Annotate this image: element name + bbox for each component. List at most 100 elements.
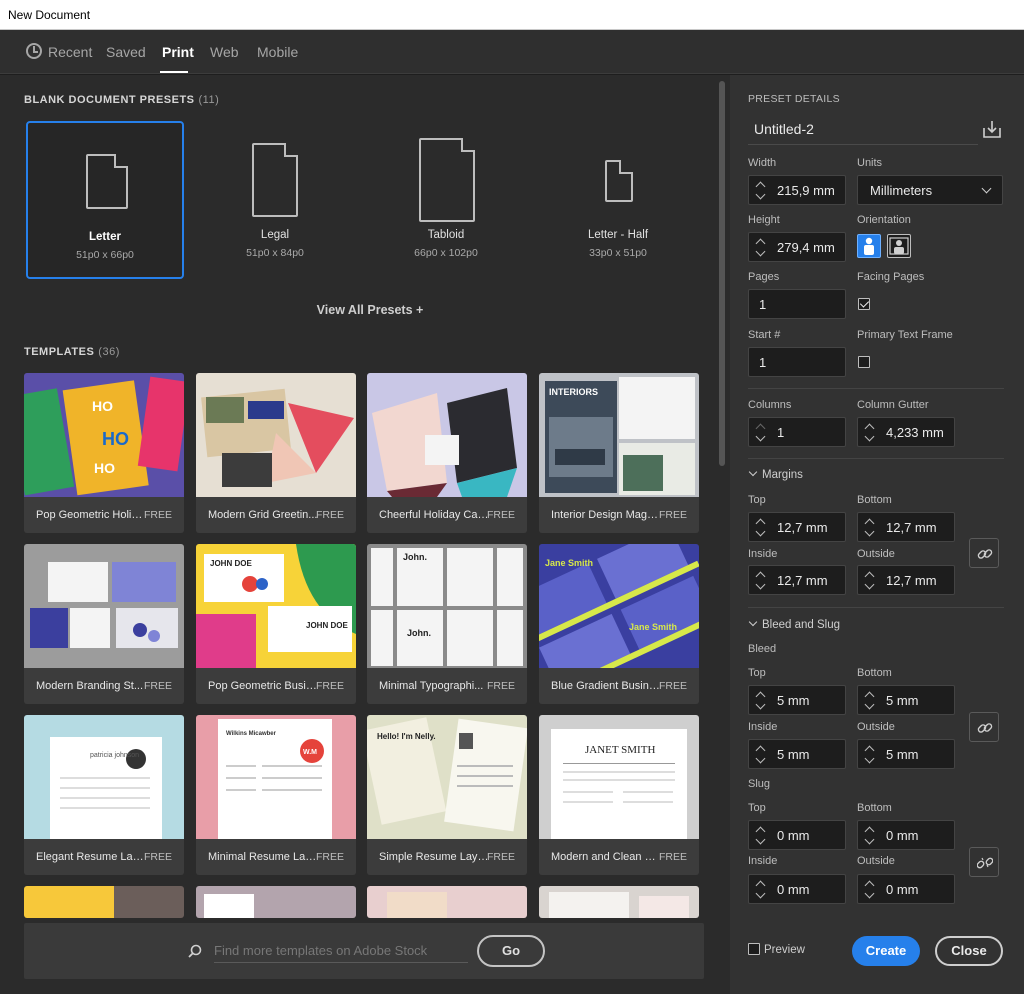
margin-top-stepper[interactable]	[755, 519, 767, 537]
document-name-field[interactable]: Untitled-2	[748, 115, 978, 145]
scrollbar-thumb[interactable]	[719, 81, 725, 466]
margin-outside-field[interactable]: 12,7 mm	[857, 565, 955, 595]
preview-checkbox[interactable]	[748, 943, 760, 955]
template-card[interactable]: Jane Smith Jane Smith Blue Gradient Busi…	[539, 544, 699, 704]
margin-top-field[interactable]: 12,7 mm	[748, 512, 846, 542]
preview-toggle[interactable]: Preview	[748, 943, 805, 956]
width-stepper[interactable]	[755, 182, 767, 200]
tab-mobile[interactable]: Mobile	[257, 44, 298, 60]
unlink-slug-button[interactable]	[969, 847, 999, 877]
facing-pages-checkbox[interactable]	[858, 298, 870, 310]
bleed-inside-field[interactable]: 5 mm	[748, 739, 846, 769]
preset-tabloid[interactable]: Tabloid 66p0 x 102p0	[367, 121, 525, 279]
landscape-orientation-icon[interactable]	[887, 234, 911, 258]
bleed-top-stepper[interactable]	[755, 692, 767, 710]
portrait-orientation-icon[interactable]	[857, 234, 881, 258]
height-field[interactable]: 279,4 mm	[748, 232, 846, 262]
template-card[interactable]: W.M Wilkins Micawber Minimal Resume Lay.…	[196, 715, 356, 875]
slug-top-value: 0 mm	[777, 828, 810, 843]
column-gutter-field[interactable]: 4,233 mm	[857, 417, 955, 447]
bleed-inside-value: 5 mm	[777, 747, 810, 762]
bleed-slug-section-toggle[interactable]: Bleed and Slug	[748, 617, 841, 631]
margin-bottom-stepper[interactable]	[864, 519, 876, 537]
bleed-top-field[interactable]: 5 mm	[748, 685, 846, 715]
free-badge: FREE	[143, 851, 172, 863]
stock-search-input[interactable]	[214, 939, 468, 963]
templates-scrollbar[interactable]	[717, 79, 727, 919]
bleed-outside-field[interactable]: 5 mm	[857, 739, 955, 769]
link-margins-button[interactable]	[969, 538, 999, 568]
height-stepper[interactable]	[755, 239, 767, 257]
template-card[interactable]: Modern Grid Greetin... FREE	[196, 373, 356, 533]
close-button[interactable]: Close	[935, 936, 1003, 966]
bleed-outside-stepper[interactable]	[864, 746, 876, 764]
margin-bottom-field[interactable]: 12,7 mm	[857, 512, 955, 542]
slug-outside-stepper[interactable]	[864, 881, 876, 899]
templates-count: (36)	[98, 346, 120, 358]
pages-label: Pages	[748, 271, 780, 283]
template-card[interactable]: JANET SMITH Modern and Clean R... FREE	[539, 715, 699, 875]
slug-bottom-stepper[interactable]	[864, 827, 876, 845]
slug-outside-field[interactable]: 0 mm	[857, 874, 955, 904]
tab-recent[interactable]: Recent	[48, 44, 92, 60]
preset-legal[interactable]: Legal 51p0 x 84p0	[196, 121, 354, 279]
pages-value: 1	[759, 297, 767, 312]
slug-inside-field[interactable]: 0 mm	[748, 874, 846, 904]
width-field[interactable]: 215,9 mm	[748, 175, 846, 205]
slug-bottom-value: 0 mm	[886, 828, 919, 843]
start-page-field[interactable]: 1	[748, 347, 846, 377]
slug-top-field[interactable]: 0 mm	[748, 820, 846, 850]
template-card[interactable]: Cheerful Holiday Car... FREE	[367, 373, 527, 533]
stock-search-bar: Go	[24, 923, 704, 979]
preset-letter-half[interactable]: Letter - Half 33p0 x 51p0	[539, 121, 697, 279]
slug-inside-stepper[interactable]	[755, 881, 767, 899]
bleed-label: Bleed	[748, 643, 777, 655]
template-card[interactable]: patricia johnson Elegant Resume Lay... FR…	[24, 715, 184, 875]
preset-size: 66p0 x 102p0	[414, 247, 478, 259]
margin-inside-value: 12,7 mm	[777, 573, 828, 588]
view-all-presets-link[interactable]: View All Presets +	[300, 303, 440, 317]
clock-icon	[26, 43, 42, 59]
template-card[interactable]: HO HO HO Pop Geometric Holid... FREE	[24, 373, 184, 533]
template-card[interactable]	[196, 886, 356, 918]
bleed-bottom-stepper[interactable]	[864, 692, 876, 710]
slug-top-stepper[interactable]	[755, 827, 767, 845]
template-thumbnail	[367, 373, 527, 497]
columns-stepper[interactable]	[755, 424, 767, 442]
template-name: Cheerful Holiday Car...	[379, 509, 489, 521]
template-card[interactable]: INTERIORS Interior Design Maga... FREE	[539, 373, 699, 533]
link-bleed-button[interactable]	[969, 712, 999, 742]
slug-bottom-field[interactable]: 0 mm	[857, 820, 955, 850]
units-dropdown[interactable]: Millimeters	[857, 175, 1003, 205]
margin-inside-field[interactable]: 12,7 mm	[748, 565, 846, 595]
template-card[interactable]: Modern Branding St... FREE	[24, 544, 184, 704]
tab-print[interactable]: Print	[162, 44, 194, 60]
template-card[interactable]: JOHN DOE JOHN DOE Pop Geometric Busin...…	[196, 544, 356, 704]
template-card[interactable]	[539, 886, 699, 918]
slug-inside-label: Inside	[748, 855, 778, 867]
svg-text:JOHN DOE: JOHN DOE	[306, 621, 348, 630]
bleed-inside-stepper[interactable]	[755, 746, 767, 764]
template-card[interactable]	[367, 886, 527, 918]
gutter-stepper[interactable]	[864, 424, 876, 442]
margin-inside-stepper[interactable]	[755, 572, 767, 590]
margin-outside-stepper[interactable]	[864, 572, 876, 590]
margins-section-toggle[interactable]: Margins	[748, 467, 803, 481]
tab-bar	[0, 30, 1024, 74]
template-card[interactable]: John. John. Minimal Typographi... FREE	[367, 544, 527, 704]
bleed-bottom-field[interactable]: 5 mm	[857, 685, 955, 715]
save-preset-icon[interactable]	[982, 119, 1002, 139]
margin-bottom-value: 12,7 mm	[886, 520, 937, 535]
template-card[interactable]	[24, 886, 184, 918]
template-card[interactable]: Hello! I'm Nelly. Simple Resume Layout FR…	[367, 715, 527, 875]
preset-letter[interactable]: Letter 51p0 x 66p0	[26, 121, 184, 279]
create-button[interactable]: Create	[852, 936, 920, 966]
template-thumbnail: Hello! I'm Nelly.	[367, 715, 527, 839]
tab-web[interactable]: Web	[210, 44, 239, 60]
columns-field[interactable]: 1	[748, 417, 846, 447]
go-button[interactable]: Go	[477, 935, 545, 967]
pages-field[interactable]: 1	[748, 289, 846, 319]
bleed-slug-heading: Bleed and Slug	[762, 619, 841, 631]
primary-text-frame-checkbox[interactable]	[858, 356, 870, 368]
tab-saved[interactable]: Saved	[106, 44, 146, 60]
